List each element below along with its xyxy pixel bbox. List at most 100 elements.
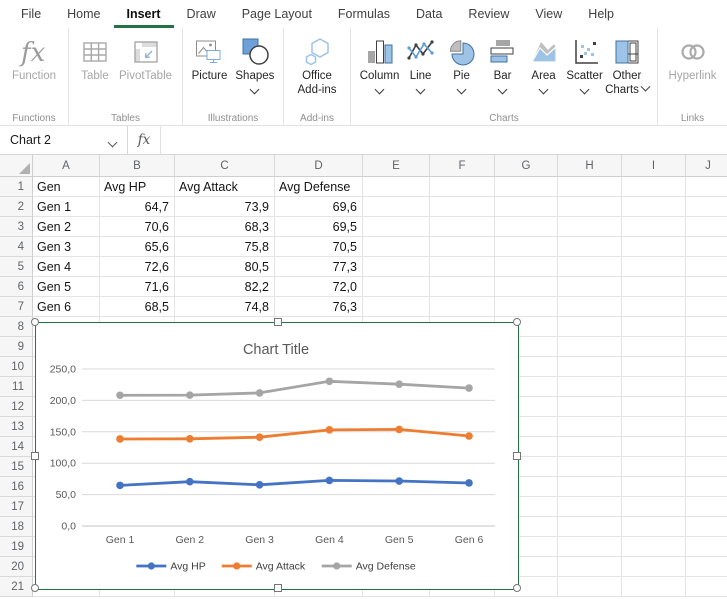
legend-glyph-marker-avg-attack[interactable]	[233, 562, 240, 569]
cell-H1[interactable]	[558, 177, 622, 197]
name-box[interactable]: Chart 2	[0, 126, 128, 154]
insert-function-button[interactable]: fx	[128, 126, 161, 154]
cell-H11[interactable]	[558, 377, 622, 397]
tab-insert[interactable]: Insert	[114, 0, 174, 28]
cell-J7[interactable]	[686, 297, 727, 317]
row-header-16[interactable]: 16	[0, 477, 33, 497]
cell-H15[interactable]	[558, 457, 622, 477]
column-header-F[interactable]: F	[430, 155, 495, 177]
cell-J16[interactable]	[686, 477, 727, 497]
cell-E2[interactable]	[363, 197, 430, 217]
row-header-17[interactable]: 17	[0, 497, 33, 517]
cell-J14[interactable]	[686, 437, 727, 457]
chart-resize-handle-top-right[interactable]	[513, 318, 521, 326]
chart-title[interactable]: Chart Title	[243, 342, 309, 358]
cell-J2[interactable]	[686, 197, 727, 217]
cell-D2[interactable]: 69,6	[275, 197, 363, 217]
cell-I15[interactable]	[622, 457, 686, 477]
cell-A6[interactable]: Gen 5	[33, 277, 100, 297]
cell-I12[interactable]	[622, 397, 686, 417]
column-header-E[interactable]: E	[363, 155, 430, 177]
series-marker-avg-hp[interactable]	[465, 479, 473, 487]
cell-C4[interactable]: 75,8	[175, 237, 275, 257]
row-header-5[interactable]: 5	[0, 257, 33, 277]
row-header-3[interactable]: 3	[0, 217, 33, 237]
chart-canvas[interactable]: Chart Title0,050,0100,0150,0200,0250,0Ge…	[36, 323, 517, 588]
cell-D4[interactable]: 70,5	[275, 237, 363, 257]
cell-F2[interactable]	[430, 197, 495, 217]
area-chart-button[interactable]: Area	[523, 33, 564, 96]
cell-H17[interactable]	[558, 497, 622, 517]
chart-resize-handle-middle-left[interactable]	[31, 452, 39, 460]
scatter-chart-button[interactable]: Scatter	[564, 33, 605, 96]
bar-chart-button[interactable]: Bar	[482, 33, 523, 96]
cell-G1[interactable]	[495, 177, 558, 197]
cell-F4[interactable]	[430, 237, 495, 257]
cell-A3[interactable]: Gen 2	[33, 217, 100, 237]
cell-J1[interactable]	[686, 177, 727, 197]
cell-D7[interactable]: 76,3	[275, 297, 363, 317]
cell-D1[interactable]: Avg Defense	[275, 177, 363, 197]
cell-J15[interactable]	[686, 457, 727, 477]
cell-J12[interactable]	[686, 397, 727, 417]
cell-I1[interactable]	[622, 177, 686, 197]
series-marker-avg-hp[interactable]	[256, 481, 264, 489]
series-marker-avg-defense[interactable]	[326, 378, 334, 386]
cell-B2[interactable]: 64,7	[100, 197, 175, 217]
cell-F3[interactable]	[430, 217, 495, 237]
cell-H20[interactable]	[558, 557, 622, 577]
cell-C3[interactable]: 68,3	[175, 217, 275, 237]
cell-H8[interactable]	[558, 317, 622, 337]
cell-G3[interactable]	[495, 217, 558, 237]
cell-J9[interactable]	[686, 337, 727, 357]
cell-J11[interactable]	[686, 377, 727, 397]
cell-I2[interactable]	[622, 197, 686, 217]
cell-J19[interactable]	[686, 537, 727, 557]
cell-H19[interactable]	[558, 537, 622, 557]
cell-J18[interactable]	[686, 517, 727, 537]
series-marker-avg-defense[interactable]	[395, 380, 403, 388]
series-marker-avg-hp[interactable]	[116, 482, 124, 490]
series-marker-avg-attack[interactable]	[395, 426, 403, 434]
cell-C5[interactable]: 80,5	[175, 257, 275, 277]
tab-home[interactable]: Home	[54, 0, 113, 28]
row-header-9[interactable]: 9	[0, 337, 33, 357]
cell-B6[interactable]: 71,6	[100, 277, 175, 297]
row-header-8[interactable]: 8	[0, 317, 33, 337]
cell-H13[interactable]	[558, 417, 622, 437]
column-header-A[interactable]: A	[33, 155, 100, 177]
column-chart-button[interactable]: Column	[359, 33, 400, 96]
row-header-10[interactable]: 10	[0, 357, 33, 377]
cell-G6[interactable]	[495, 277, 558, 297]
cell-I13[interactable]	[622, 417, 686, 437]
office-addins-button[interactable]: Office Add-ins	[294, 33, 341, 101]
cell-F7[interactable]	[430, 297, 495, 317]
row-header-20[interactable]: 20	[0, 557, 33, 577]
column-header-C[interactable]: C	[175, 155, 275, 177]
cell-I10[interactable]	[622, 357, 686, 377]
tab-help[interactable]: Help	[575, 0, 627, 28]
cell-H12[interactable]	[558, 397, 622, 417]
cell-G4[interactable]	[495, 237, 558, 257]
column-header-B[interactable]: B	[100, 155, 175, 177]
cell-F6[interactable]	[430, 277, 495, 297]
tab-file[interactable]: File	[8, 0, 54, 28]
row-header-18[interactable]: 18	[0, 517, 33, 537]
legend-label-avg-hp[interactable]: Avg HP	[170, 561, 205, 573]
cell-B1[interactable]: Avg HP	[100, 177, 175, 197]
tab-formulas[interactable]: Formulas	[325, 0, 403, 28]
cell-B3[interactable]: 70,6	[100, 217, 175, 237]
cell-I3[interactable]	[622, 217, 686, 237]
cell-G5[interactable]	[495, 257, 558, 277]
cell-J13[interactable]	[686, 417, 727, 437]
cell-J17[interactable]	[686, 497, 727, 517]
cell-C6[interactable]: 82,2	[175, 277, 275, 297]
cell-I5[interactable]	[622, 257, 686, 277]
cell-D6[interactable]: 72,0	[275, 277, 363, 297]
cell-D5[interactable]: 77,3	[275, 257, 363, 277]
cell-E4[interactable]	[363, 237, 430, 257]
legend-label-avg-attack[interactable]: Avg Attack	[256, 561, 306, 573]
cell-J8[interactable]	[686, 317, 727, 337]
cell-A2[interactable]: Gen 1	[33, 197, 100, 217]
cell-B7[interactable]: 68,5	[100, 297, 175, 317]
